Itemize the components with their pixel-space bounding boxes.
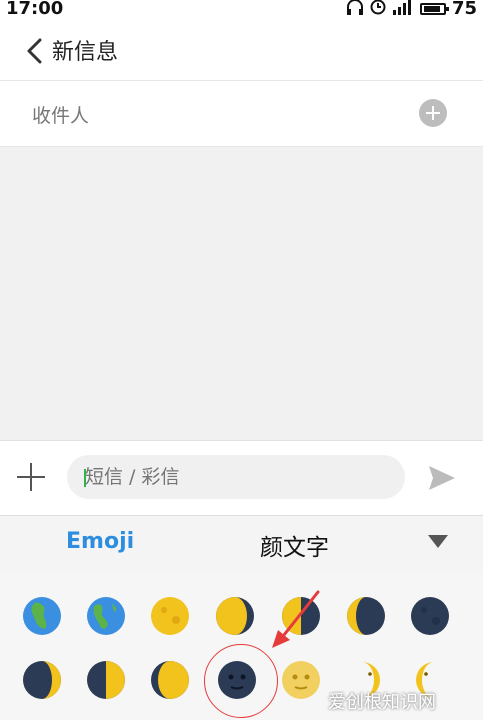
recipient-label: 收件人 xyxy=(32,105,90,127)
page-title: 新信息 xyxy=(52,40,119,65)
highlight-circle xyxy=(204,644,278,718)
tab-kaomoji[interactable]: 颜文字 xyxy=(260,528,329,562)
new-moon-icon[interactable] xyxy=(410,596,450,636)
add-recipient-icon[interactable] xyxy=(419,99,447,127)
emoji-tab-bar: Emoji 颜文字 xyxy=(0,515,483,572)
watermark: 爱创根知识网 xyxy=(328,692,436,713)
alarm-icon xyxy=(370,0,386,19)
chevron-left-icon xyxy=(27,38,42,64)
battery-level: 75 xyxy=(451,0,477,19)
collapse-panel-icon[interactable] xyxy=(428,535,448,548)
status-time: 17:00 xyxy=(6,0,64,19)
status-icons: 75 xyxy=(346,0,477,19)
compose-bar xyxy=(0,440,483,515)
full-moon-icon[interactable] xyxy=(150,596,190,636)
message-input[interactable] xyxy=(67,455,405,499)
tab-emoji[interactable]: Emoji xyxy=(66,529,134,554)
first-quarter-moon-icon[interactable] xyxy=(86,660,126,700)
earth-africa-icon[interactable] xyxy=(22,596,62,636)
waning-gibbous-moon-icon[interactable] xyxy=(215,596,255,636)
status-bar: 17:00 75 xyxy=(0,0,483,22)
add-attachment-icon[interactable] xyxy=(17,462,47,492)
header: 新信息 xyxy=(0,22,483,81)
battery-icon xyxy=(419,2,449,15)
send-button[interactable] xyxy=(427,464,457,492)
headphones-icon xyxy=(346,0,364,19)
send-icon xyxy=(429,466,455,490)
earth-americas-icon[interactable] xyxy=(86,596,126,636)
waxing-gibbous-moon-icon[interactable] xyxy=(150,660,190,700)
full-moon-face-icon[interactable] xyxy=(281,660,321,700)
recipient-field[interactable]: 收件人 xyxy=(0,81,483,147)
red-arrow-icon xyxy=(272,590,320,648)
signal-icon xyxy=(392,0,414,19)
waxing-crescent-moon-icon[interactable] xyxy=(22,660,62,700)
waning-crescent-moon-icon[interactable] xyxy=(346,596,386,636)
message-area xyxy=(0,147,483,440)
back-button[interactable] xyxy=(24,34,54,68)
text-cursor xyxy=(84,469,86,487)
